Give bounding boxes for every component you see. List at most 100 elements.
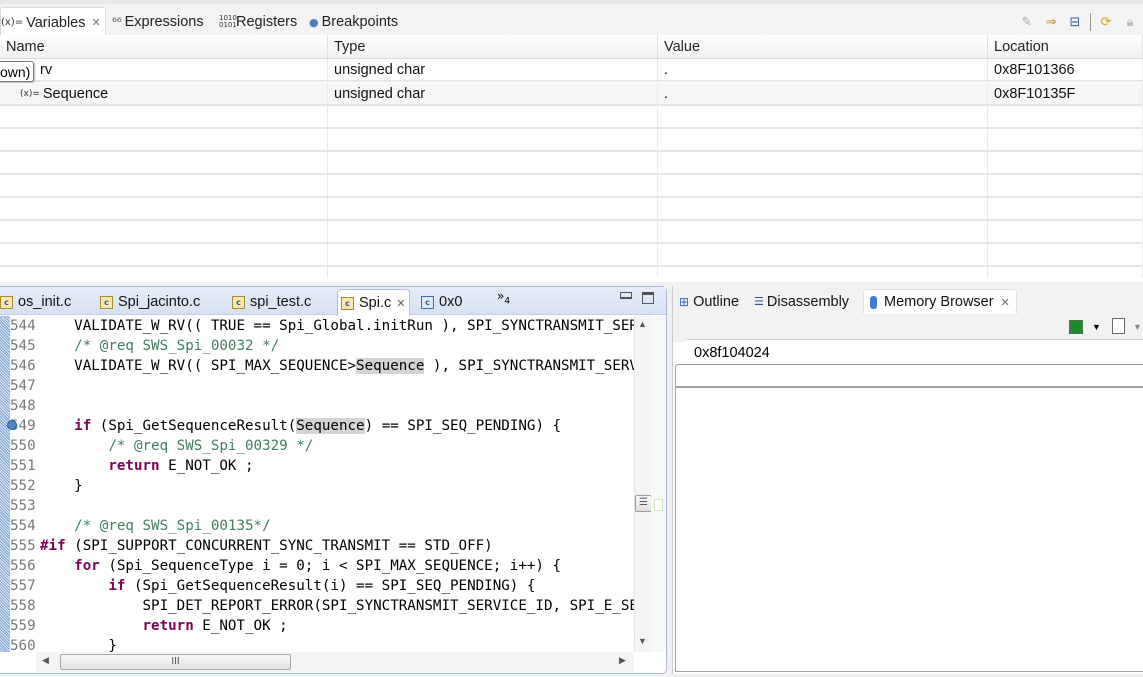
column-header-type[interactable]: Type <box>328 35 658 58</box>
tab-variables[interactable]: (x)= Variables ✕ <box>0 7 106 37</box>
code-text: E_NOT_OK ; <box>159 458 254 474</box>
editor-tab-0x0[interactable]: c 0x0 <box>421 289 462 315</box>
code-line[interactable]: 552 } <box>10 476 634 496</box>
variable-value[interactable]: . <box>658 59 988 80</box>
line-number[interactable]: 552 <box>10 476 40 496</box>
code-line[interactable]: 557 if (Spi_GetSequenceResult(i) == SPI_… <box>10 576 634 596</box>
tab-disassembly[interactable]: ☰ Disassembly <box>754 289 849 314</box>
memory-rendering-tabs[interactable] <box>675 364 1143 388</box>
variable-value[interactable]: . <box>658 83 988 104</box>
code-line[interactable]: 547 <box>10 376 634 396</box>
line-number[interactable]: 550 <box>10 436 40 456</box>
line-number[interactable]: 545 <box>10 336 40 356</box>
breakpoints-icon: ● <box>309 15 319 29</box>
tab-breakpoints[interactable]: ● Breakpoints <box>309 8 398 36</box>
code-line[interactable]: 560 } <box>10 636 634 652</box>
comment: /* @req SWS_Spi_00032 */ <box>74 338 280 354</box>
vertical-scrollbar[interactable]: ▲ ☰ ▼ <box>634 316 652 652</box>
tab-memory-browser[interactable]: Memory Browser ✕ <box>863 289 1017 314</box>
instruction-pointer-icon[interactable] <box>7 420 17 430</box>
close-icon[interactable]: ✕ <box>1001 296 1010 309</box>
column-header-location[interactable]: Location <box>988 35 1143 58</box>
line-number[interactable]: 557 <box>10 576 40 596</box>
scroll-down-arrow-icon[interactable]: ▼ <box>638 636 647 646</box>
code-line[interactable]: 555 #if (SPI_SUPPORT_CONCURRENT_SYNC_TRAN… <box>10 536 634 556</box>
dropdown-icon[interactable]: ▼ <box>1092 322 1101 332</box>
line-number[interactable]: 554 <box>10 516 40 536</box>
overflow-count: 4 <box>504 296 511 307</box>
line-number[interactable]: 560 <box>10 636 40 652</box>
tab-outline[interactable]: ⊞ Outline <box>679 289 739 314</box>
maximize-icon[interactable] <box>642 292 654 304</box>
line-number[interactable]: 559 <box>10 616 40 636</box>
memory-chip-icon[interactable] <box>1069 320 1083 334</box>
code-line[interactable]: 550 /* @req SWS_Spi_00329 */ <box>10 436 634 456</box>
table-row[interactable]: rv unsigned char . 0x8F101366 own) <box>0 59 1143 82</box>
code-line[interactable]: 559 return E_NOT_OK ; <box>10 616 634 636</box>
overview-ruler[interactable] <box>651 316 665 652</box>
line-number[interactable]: 558 <box>10 596 40 616</box>
add-global-variables-icon[interactable]: ⇒ <box>1042 13 1060 31</box>
refresh-icon[interactable]: ⟳ <box>1097 13 1115 31</box>
tab-overflow-button[interactable]: »4 <box>497 289 510 306</box>
line-number[interactable]: 544 <box>10 316 40 336</box>
c-file-icon: c <box>232 295 245 309</box>
code-line[interactable]: 553 <box>10 496 634 516</box>
address-input[interactable]: 0x8f104024 <box>686 339 1143 365</box>
tab-label: Expressions <box>124 14 204 30</box>
collapse-all-icon[interactable]: ⊟ <box>1066 13 1084 31</box>
code-line[interactable]: 549 if (Spi_GetSequenceResult(Sequence) … <box>7 416 634 436</box>
line-number[interactable]: 555 <box>10 536 40 556</box>
scroll-right-arrow-icon[interactable]: ▶ <box>619 655 626 666</box>
scroll-left-arrow-icon[interactable]: ◀ <box>42 655 49 666</box>
dropdown-icon[interactable]: ▼ <box>1133 322 1142 332</box>
column-header-name[interactable]: Name <box>0 35 328 58</box>
column-header-value[interactable]: Value <box>658 35 988 58</box>
scroll-thumb[interactable]: ☰ <box>635 495 652 512</box>
code-text: ), SPI_SYNCTRANSMIT_SERVICE_ID <box>432 358 634 374</box>
outline-icon: ⊞ <box>679 294 690 309</box>
code-text: VALIDATE_W_RV(( SPI_MAX_SEQUENCE> <box>40 358 357 374</box>
code-line[interactable]: 545 /* @req SWS_Spi_00032 */ <box>10 336 634 356</box>
code-line[interactable]: 548 <box>10 396 634 416</box>
scroll-up-arrow-icon[interactable]: ▲ <box>638 319 647 329</box>
tab-label: Spi_jacinto.c <box>118 294 201 310</box>
overview-mark[interactable] <box>654 499 663 511</box>
show-type-names-icon[interactable]: ✎ <box>1018 13 1036 31</box>
horizontal-scrollbar[interactable]: ◀ III ▶ <box>36 652 634 672</box>
code-line[interactable]: 546 VALIDATE_W_RV(( SPI_MAX_SEQUENCE>Seq… <box>10 356 634 376</box>
editor-tab-spi-jacinto[interactable]: c Spi_jacinto.c <box>100 289 200 315</box>
table-row[interactable]: (x)= Sequence unsigned char . 0x8F10135F <box>0 83 1143 106</box>
line-number[interactable]: 551 <box>10 456 40 476</box>
line-number[interactable]: 556 <box>10 556 40 576</box>
keyword: return <box>142 618 194 634</box>
close-icon[interactable]: ✕ <box>91 16 100 29</box>
export-memory-icon[interactable] <box>1112 318 1125 334</box>
line-number[interactable]: 553 <box>10 496 40 516</box>
code-line[interactable]: 544 VALIDATE_W_RV(( TRUE == Spi_Global.i… <box>10 316 634 336</box>
memory-content[interactable] <box>675 387 1143 672</box>
line-number[interactable]: 547 <box>10 376 40 396</box>
tab-expressions[interactable]: ⁶⁶ Expressions <box>112 8 204 36</box>
close-icon[interactable]: ✕ <box>396 297 405 310</box>
memory-icon <box>870 295 877 309</box>
code-line[interactable]: 558 SPI_DET_REPORT_ERROR(SPI_SYNCTRANSMI… <box>10 596 634 616</box>
line-number[interactable]: 548 <box>10 396 40 416</box>
tab-label: os_init.c <box>18 294 72 310</box>
code-line[interactable]: 556 for (Spi_SequenceType i = 0; i < SPI… <box>10 556 634 576</box>
code-line[interactable]: 554 /* @req SWS_Spi_00135*/ <box>10 516 634 536</box>
tab-label: spi_test.c <box>250 294 312 310</box>
minimize-icon[interactable] <box>620 292 632 299</box>
line-number[interactable]: 546 <box>10 356 40 376</box>
code-area[interactable]: 544 VALIDATE_W_RV(( TRUE == Spi_Global.i… <box>0 316 634 652</box>
lock-icon[interactable]: 🔒︎ <box>1121 13 1139 31</box>
editor-tab-spi-c[interactable]: c Spi.c ✕ <box>337 289 411 316</box>
code-line[interactable]: 551 return E_NOT_OK ; <box>10 456 634 476</box>
tab-registers[interactable]: 1010 0101 Registers <box>219 8 297 36</box>
editor-tab-spi-test[interactable]: c spi_test.c <box>232 289 311 315</box>
scroll-thumb[interactable]: III <box>60 654 291 670</box>
variables-view: (x)= Variables ✕ ⁶⁶ Expressions 1010 0101… <box>0 0 1143 282</box>
editor-tab-os-init[interactable]: c os_init.c <box>0 289 71 315</box>
keyword: for <box>74 558 100 574</box>
